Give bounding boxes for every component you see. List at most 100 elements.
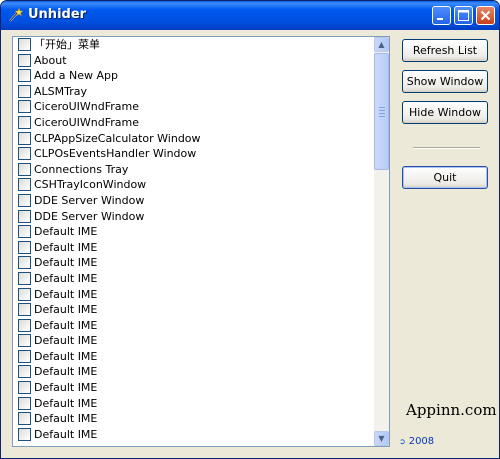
list-item[interactable]: Default IME — [13, 333, 372, 349]
close-icon — [480, 10, 491, 21]
list-item-label: Default IME — [34, 427, 98, 441]
maximize-icon — [458, 10, 469, 21]
list-item-label: Default IME — [34, 334, 98, 348]
list-item-label: Default IME — [34, 318, 98, 332]
scroll-down-button[interactable]: ▼ — [374, 431, 389, 446]
year-text: 2008 — [408, 436, 435, 447]
checkbox[interactable] — [18, 412, 31, 426]
checkbox[interactable] — [18, 334, 31, 348]
checkbox[interactable] — [18, 53, 31, 67]
list-item[interactable]: Default IME — [13, 302, 372, 318]
chevron-down-icon: ▼ — [378, 434, 385, 443]
checkbox[interactable] — [18, 131, 31, 145]
checkbox[interactable] — [18, 193, 31, 207]
list-item[interactable]: ALSMTray — [13, 84, 372, 100]
quit-button[interactable]: Quit — [402, 166, 488, 189]
checkbox[interactable] — [18, 287, 31, 301]
window-list[interactable]: 「开始」菜单 About Add a New App ALSMTray CiceroUI… — [12, 36, 390, 447]
scroll-up-button[interactable]: ▲ — [374, 37, 389, 52]
list-item[interactable]: Default IME — [13, 240, 372, 256]
list-item-label: Default IME — [34, 240, 98, 254]
show-window-button[interactable]: Show Window — [402, 70, 488, 93]
list-item[interactable]: Connections Tray — [13, 162, 372, 178]
list-item-label: Connections Tray — [34, 162, 129, 176]
list-item[interactable]: DDE Server Window — [13, 193, 372, 209]
hide-window-button[interactable]: Hide Window — [402, 101, 488, 124]
list-item[interactable]: Default IME — [13, 364, 372, 380]
list-item[interactable]: CLPAppSizeCalculator Window — [13, 131, 372, 147]
checkbox[interactable] — [18, 100, 31, 114]
separator — [413, 147, 480, 149]
checkbox[interactable] — [18, 178, 31, 192]
maximize-button[interactable] — [454, 6, 473, 25]
grip-line — [379, 116, 385, 117]
checkbox[interactable] — [18, 365, 31, 379]
grip-line — [379, 113, 385, 114]
list-item-label: Default IME — [34, 381, 98, 395]
checkbox[interactable] — [18, 381, 31, 395]
list-item-label: Default IME — [34, 271, 98, 285]
chevron-up-icon: ▲ — [378, 40, 385, 49]
list-item-label: Default IME — [34, 303, 98, 317]
checkbox[interactable] — [18, 427, 31, 441]
list-item[interactable]: Default IME — [13, 224, 372, 240]
checkbox[interactable] — [18, 162, 31, 176]
checkbox[interactable] — [18, 209, 31, 223]
checkbox[interactable] — [18, 69, 31, 83]
window-list-rows: 「开始」菜单 About Add a New App ALSMTray CiceroUI… — [13, 37, 372, 442]
list-item[interactable]: Default IME — [13, 411, 372, 427]
list-item[interactable]: Default IME — [13, 396, 372, 412]
list-item-label: Default IME — [34, 256, 98, 270]
list-item-label: CSHTrayIconWindow — [34, 178, 147, 192]
close-button[interactable] — [476, 6, 495, 25]
list-item[interactable]: 「开始」菜单 — [13, 37, 372, 53]
year-link[interactable]: ➲ 2008 — [399, 436, 434, 447]
checkbox[interactable] — [18, 318, 31, 332]
list-item-label: DDE Server Window — [34, 209, 145, 223]
list-item[interactable]: CSHTrayIconWindow — [13, 177, 372, 193]
checkbox[interactable] — [18, 225, 31, 239]
list-item-label: ALSMTray — [34, 84, 88, 98]
list-item[interactable]: Add a New App — [13, 68, 372, 84]
list-item[interactable]: About — [13, 53, 372, 69]
list-item[interactable]: Default IME — [13, 349, 372, 365]
minimize-button[interactable] — [432, 6, 451, 25]
list-item[interactable]: DDE Server Window — [13, 209, 372, 225]
list-item-label: Default IME — [34, 349, 98, 363]
grip-line — [379, 107, 385, 108]
list-item-label: Add a New App — [34, 69, 119, 83]
list-item-label: Default IME — [34, 365, 98, 379]
list-item[interactable]: Default IME — [13, 318, 372, 334]
list-item[interactable]: Default IME — [13, 255, 372, 271]
checkbox[interactable] — [18, 271, 31, 285]
title-bar[interactable]: Unhider — [1, 1, 499, 30]
list-item[interactable]: CiceroUIWndFrame — [13, 115, 372, 131]
list-item[interactable]: CiceroUIWndFrame — [13, 99, 372, 115]
list-item-label: About — [34, 53, 67, 67]
scroll-thumb[interactable] — [374, 53, 389, 170]
checkbox[interactable] — [18, 84, 31, 98]
client-area: 「开始」菜单 About Add a New App ALSMTray CiceroUI… — [4, 30, 497, 455]
checkbox[interactable] — [18, 115, 31, 129]
list-item[interactable]: Default IME — [13, 287, 372, 303]
list-item[interactable]: Default IME — [13, 271, 372, 287]
checkbox[interactable] — [18, 240, 31, 254]
checkbox[interactable] — [18, 349, 31, 363]
minimize-icon — [437, 18, 443, 20]
list-item[interactable]: CLPOsEventsHandler Window — [13, 146, 372, 162]
checkbox[interactable] — [18, 38, 31, 51]
checkbox[interactable] — [18, 396, 31, 410]
refresh-list-button[interactable]: Refresh List — [402, 39, 488, 62]
checkbox[interactable] — [18, 303, 31, 317]
vertical-scrollbar[interactable]: ▲ ▼ — [374, 37, 389, 446]
list-item[interactable]: Default IME — [13, 427, 372, 443]
watermark: Appinn.com — [406, 401, 497, 419]
list-item[interactable]: Default IME — [13, 380, 372, 396]
list-item-label: CLPOsEventsHandler Window — [34, 147, 197, 161]
list-item-label: DDE Server Window — [34, 193, 145, 207]
list-item-label: Default IME — [34, 225, 98, 239]
checkbox[interactable] — [18, 147, 31, 161]
list-item-label: CLPAppSizeCalculator Window — [34, 131, 201, 145]
checkbox[interactable] — [18, 256, 31, 270]
wand-icon — [9, 7, 23, 22]
